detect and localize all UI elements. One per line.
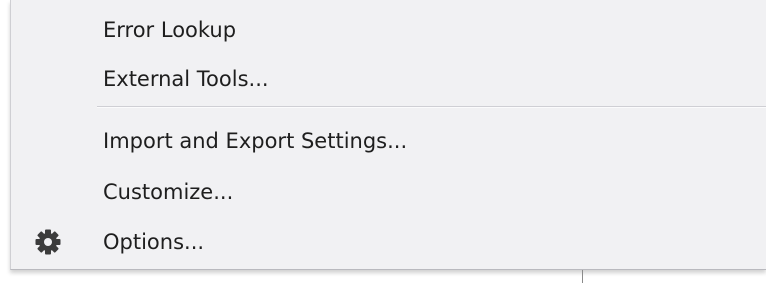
menu-item-error-lookup[interactable]: Error Lookup bbox=[11, 6, 766, 54]
menu-item-import-export-settings[interactable]: Import and Export Settings... bbox=[11, 117, 766, 165]
background-divider bbox=[582, 270, 583, 283]
menu-item-label: Options... bbox=[103, 230, 205, 254]
menu-item-label: Import and Export Settings... bbox=[103, 129, 408, 153]
tools-dropdown-menu: Error Lookup External Tools... Import an… bbox=[10, 0, 766, 270]
gear-icon bbox=[34, 228, 62, 256]
menu-separator-highlight bbox=[97, 107, 766, 108]
menu-item-label: Customize... bbox=[103, 180, 234, 204]
menu-item-options[interactable]: Options... bbox=[11, 218, 766, 266]
menu-item-label: External Tools... bbox=[103, 67, 269, 91]
menu-item-customize[interactable]: Customize... bbox=[11, 168, 766, 216]
menu-item-label: Error Lookup bbox=[103, 18, 237, 42]
menu-item-external-tools[interactable]: External Tools... bbox=[11, 55, 766, 103]
